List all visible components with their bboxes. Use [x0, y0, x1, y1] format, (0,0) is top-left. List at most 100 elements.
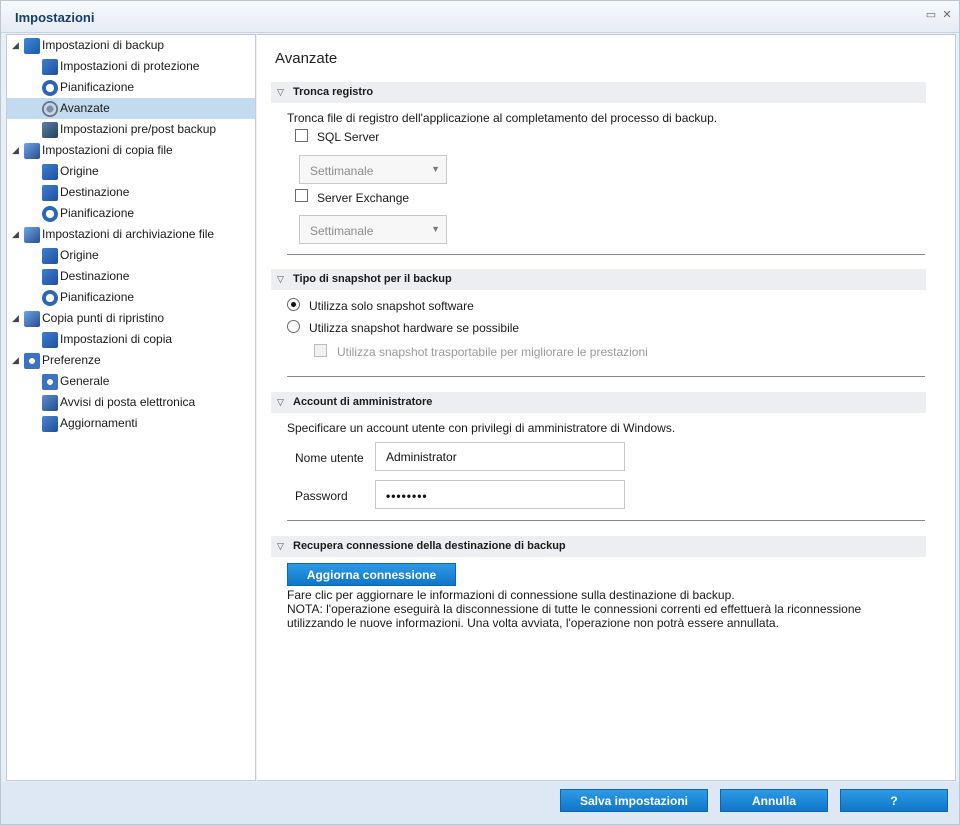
recovery-copy-icon [24, 311, 40, 327]
tree-item-preferences[interactable]: ◢ Preferenze [7, 350, 255, 371]
chevron-down-icon: ▽ [277, 274, 284, 284]
transportable-snapshot-checkbox [314, 344, 327, 357]
chevron-down-icon: ▽ [277, 541, 284, 551]
truncate-description: Tronca file di registro dell'applicazion… [287, 111, 718, 125]
tree-item-copy-recovery-points[interactable]: ◢ Copia punti di ripristino [7, 308, 255, 329]
schedule-icon [42, 80, 58, 96]
section-title: Recupera connessione della destinazione … [293, 540, 566, 552]
section-reconnect-destination[interactable]: ▽ Recupera connessione della destinazione… [271, 536, 926, 557]
collapse-arrow-icon[interactable]: ◢ [12, 224, 24, 245]
tree-item-advanced[interactable]: Avanzate [7, 98, 255, 119]
sql-server-label: SQL Server [317, 130, 380, 144]
wrench-icon [42, 122, 58, 138]
tree-item-archive-source[interactable]: Origine [7, 245, 255, 266]
tree-item-label: Origine [60, 164, 99, 178]
hardware-snapshot-radio[interactable] [287, 320, 300, 333]
window-title: Impostazioni [15, 10, 95, 25]
collapse-arrow-icon[interactable]: ◢ [12, 308, 24, 329]
tree-item-archive-schedule[interactable]: Pianificazione [7, 287, 255, 308]
schedule-icon [42, 290, 58, 306]
tree-item-label: Pianificazione [60, 206, 135, 220]
copy-settings-icon [42, 332, 58, 348]
tree-item-label: Copia punti di ripristino [42, 311, 165, 325]
tree-item-updates[interactable]: Aggiornamenti [7, 413, 255, 434]
reconnect-note-line3: utilizzando le nuove informazioni. Una v… [287, 616, 779, 630]
source-icon [42, 164, 58, 180]
tree-item-email-alerts[interactable]: Avvisi di posta elettronica [7, 392, 255, 413]
username-label: Nome utente [295, 451, 364, 465]
general-globe-icon [42, 374, 58, 390]
exchange-frequency-select[interactable]: Settimanale ▼ [299, 215, 447, 244]
password-input[interactable]: •••••••• [375, 480, 625, 509]
tree-item-label: Preferenze [42, 353, 101, 367]
tree-item-label: Aggiornamenti [60, 416, 138, 430]
chevron-down-icon: ▽ [277, 397, 284, 407]
section-title: Account di amministratore [293, 396, 433, 408]
preferences-icon [24, 353, 40, 369]
reconnect-note-line2: NOTA: l'operazione eseguirà la disconnes… [287, 602, 862, 616]
cancel-button[interactable]: Annulla [720, 789, 828, 812]
file-copy-icon [24, 143, 40, 159]
chevron-down-icon: ▽ [277, 87, 284, 97]
tree-item-label: Impostazioni pre/post backup [60, 122, 217, 136]
software-snapshot-radio[interactable] [287, 298, 300, 311]
tree-item-file-archive-settings[interactable]: ◢ Impostazioni di archiviazione file [7, 224, 255, 245]
tree-item-label: Destinazione [60, 185, 130, 199]
tree-item-file-copy-settings[interactable]: ◢ Impostazioni di copia file [7, 140, 255, 161]
file-archive-icon [24, 227, 40, 243]
tree-item-label: Destinazione [60, 269, 130, 283]
destination-icon [42, 185, 58, 201]
exchange-server-label: Server Exchange [317, 191, 410, 205]
tree-item-backup-schedule[interactable]: Pianificazione [7, 77, 255, 98]
username-input[interactable] [375, 442, 625, 471]
section-admin-account[interactable]: ▽ Account di amministratore [271, 392, 926, 413]
restore-icon[interactable]: ▭ [925, 9, 937, 21]
tree-item-label: Avanzate [60, 101, 110, 115]
email-icon [42, 395, 58, 411]
collapse-arrow-icon[interactable]: ◢ [12, 35, 24, 56]
admin-description: Specificare un account utente con privil… [287, 421, 676, 435]
section-snapshot-type[interactable]: ▽ Tipo di snapshot per il backup [271, 269, 926, 290]
tree-item-copy-source[interactable]: Origine [7, 161, 255, 182]
tree-item-copy-destination[interactable]: Destinazione [7, 182, 255, 203]
sql-frequency-select[interactable]: Settimanale ▼ [299, 155, 447, 184]
tree-item-copy-settings[interactable]: Impostazioni di copia [7, 329, 255, 350]
chevron-down-icon: ▼ [431, 224, 440, 234]
save-settings-button[interactable]: Salva impostazioni [560, 789, 708, 812]
tree-item-archive-destination[interactable]: Destinazione [7, 266, 255, 287]
backup-settings-icon [24, 38, 40, 54]
section-truncate-log[interactable]: ▽ Tronca registro [271, 82, 926, 103]
advanced-settings-panel: Avanzate ▽ Tronca registro Tronca file di… [257, 34, 956, 781]
divider [287, 520, 925, 521]
section-title: Tronca registro [293, 86, 374, 98]
section-title: Tipo di snapshot per il backup [293, 273, 452, 285]
tree-item-label: Pianificazione [60, 290, 135, 304]
protection-icon [42, 59, 58, 75]
footer-bar: Salva impostazioni Annulla ? [1, 782, 959, 824]
schedule-icon [42, 206, 58, 222]
tree-item-protection[interactable]: Impostazioni di protezione [7, 56, 255, 77]
tree-item-copy-schedule[interactable]: Pianificazione [7, 203, 255, 224]
tree-item-label: Impostazioni di copia [60, 332, 173, 346]
close-icon[interactable]: ✕ [941, 9, 953, 21]
tree-item-general[interactable]: Generale [7, 371, 255, 392]
sql-server-checkbox[interactable] [295, 129, 308, 142]
collapse-arrow-icon[interactable]: ◢ [12, 350, 24, 371]
help-button[interactable]: ? [840, 789, 948, 812]
divider [287, 376, 925, 377]
advanced-gear-icon [42, 101, 58, 117]
destination-icon [42, 269, 58, 285]
title-bar: Impostazioni ▭ ✕ [1, 1, 959, 33]
tree-item-backup-settings[interactable]: ◢ Impostazioni di backup [7, 35, 255, 56]
reconnect-info-line1: Fare clic per aggiornare le informazioni… [287, 588, 735, 602]
tree-item-label: Generale [60, 374, 110, 388]
settings-window: Impostazioni ▭ ✕ ◢ Impostazioni di backu… [0, 0, 960, 825]
refresh-connection-button[interactable]: Aggiorna connessione [287, 563, 456, 586]
tree-item-pre-post-backup[interactable]: Impostazioni pre/post backup [7, 119, 255, 140]
software-snapshot-label: Utilizza solo snapshot software [309, 299, 474, 313]
updates-icon [42, 416, 58, 432]
collapse-arrow-icon[interactable]: ◢ [12, 140, 24, 161]
chevron-down-icon: ▼ [431, 164, 440, 174]
select-value: Settimanale [310, 224, 374, 238]
exchange-server-checkbox[interactable] [295, 189, 308, 202]
